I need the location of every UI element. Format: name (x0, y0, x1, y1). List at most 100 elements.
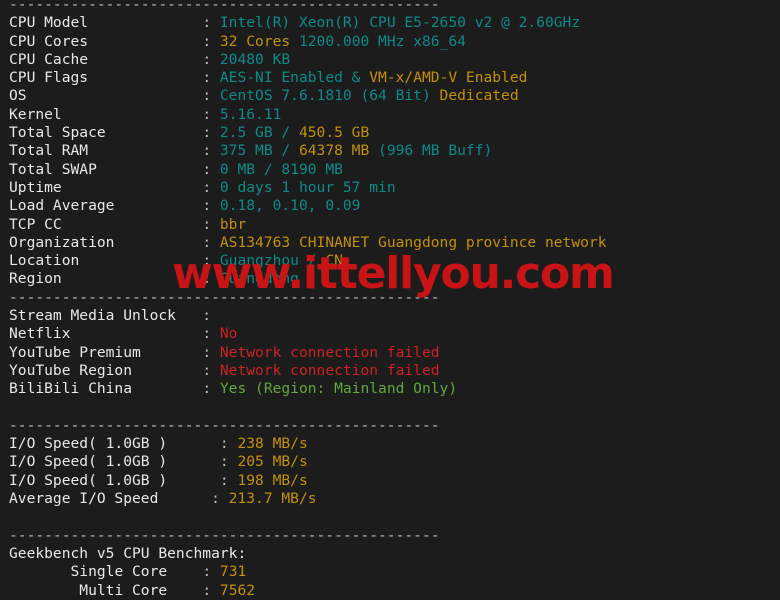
value-youtube-premium: Network connection failed (219, 343, 440, 361)
pad-multi-core-indent (9, 582, 79, 599)
pad-io-3 (167, 472, 220, 489)
colon-total-ram: : (202, 142, 220, 160)
label-total-ram: Total RAM (9, 142, 89, 160)
value-cpu-model: Intel(R) Xeon(R) CPU E5-2650 v2 @ 2.60GH… (219, 14, 581, 32)
pad-cpu-cache (88, 51, 202, 68)
label-io-speed-average: Average I/O Speed (9, 490, 159, 508)
label-youtube-region: YouTube Region (9, 361, 133, 379)
label-multi-core: Multi Core (79, 581, 168, 599)
label-cpu-cores: CPU Cores (9, 32, 89, 50)
pad-io-2 (167, 453, 220, 470)
pad-total-space (106, 124, 203, 141)
colon-region: : (202, 270, 220, 288)
separator-line-io: ----------------------------------------… (0, 417, 780, 435)
colon-cpu-flags: : (202, 69, 220, 87)
row-youtube-region: YouTube Region : Network connection fail… (0, 362, 780, 380)
colon-total-space: : (202, 124, 220, 142)
colon-io-2: : (219, 453, 238, 471)
row-location: Location : Guangzhou / CN (0, 252, 780, 270)
pad-single-core (167, 563, 202, 580)
value-load-average: 0.18, 0.10, 0.09 (219, 197, 361, 215)
value-total-ram-used: 375 MB / (219, 142, 299, 160)
colon-io-3: : (219, 471, 238, 489)
pad-cpu-flags (88, 69, 202, 86)
row-io-speed-average: Average I/O Speed : 213.7 MB/s (0, 490, 780, 508)
row-tcp-cc: TCP CC : bbr (0, 216, 780, 234)
row-organization: Organization : AS134763 CHINANET Guangdo… (0, 234, 780, 252)
pad-youtube-region (132, 362, 202, 379)
row-cpu-cache: CPU Cache : 20480 KB (0, 51, 780, 69)
colon-cpu-cache: : (202, 50, 220, 68)
colon-cpu-cores: : (202, 32, 220, 50)
row-stream-media-unlock: Stream Media Unlock : (0, 307, 780, 325)
pad-multi-core (167, 582, 202, 599)
label-stream-media-unlock: Stream Media Unlock (9, 307, 176, 325)
pad-tcp-cc (62, 216, 203, 233)
row-region: Region : Guangdong (0, 270, 780, 288)
value-cpu-flags-aes: AES-NI Enabled & (219, 69, 370, 87)
value-single-core: 731 (219, 563, 247, 581)
value-cpu-flags-virt: VM-x/AMD-V Enabled (369, 69, 528, 87)
row-youtube-premium: YouTube Premium : Network connection fai… (0, 344, 780, 362)
value-os-name: CentOS 7.6.1810 (64 Bit) (219, 87, 440, 105)
row-uptime: Uptime : 0 days 1 hour 57 min (0, 179, 780, 197)
label-organization: Organization (9, 233, 115, 251)
value-cpu-cache: 20480 KB (219, 50, 291, 68)
value-io-speed-2: 205 MB/s (237, 453, 308, 471)
pad-total-swap (97, 161, 202, 178)
pad-location (79, 252, 202, 269)
colon-io-avg: : (211, 490, 229, 508)
pad-os (27, 87, 203, 104)
separator-line-top: ----------------------------------------… (0, 0, 780, 14)
label-geekbench-title: Geekbench v5 CPU Benchmark: (9, 544, 247, 562)
pad-kernel (62, 106, 203, 123)
value-cpu-cores-arch: 1200.000 MHz x86_64 (298, 32, 466, 50)
label-tcp-cc: TCP CC (9, 215, 62, 233)
pad-netflix (71, 325, 203, 342)
value-bilibili-china: Yes (Region: Mainland Only) (219, 380, 458, 398)
pad-cpu-cores (88, 33, 202, 50)
colon-youtube-premium: : (202, 343, 220, 361)
colon-io-1: : (219, 435, 238, 453)
label-uptime: Uptime (9, 178, 62, 196)
value-total-ram-buff: (996 MB Buff) (369, 142, 493, 160)
label-youtube-premium: YouTube Premium (9, 343, 141, 361)
value-kernel: 5.16.11 (219, 105, 282, 123)
row-io-speed-1: I/O Speed( 1.0GB ) : 238 MB/s (0, 435, 780, 453)
row-io-speed-3: I/O Speed( 1.0GB ) : 198 MB/s (0, 472, 780, 490)
row-total-space: Total Space : 2.5 GB / 450.5 GB (0, 124, 780, 142)
row-cpu-cores: CPU Cores : 32 Cores 1200.000 MHz x86_64 (0, 33, 780, 51)
label-location: Location (9, 252, 80, 270)
label-cpu-flags: CPU Flags (9, 69, 89, 87)
row-geekbench-title: Geekbench v5 CPU Benchmark: (0, 545, 780, 563)
colon-location: : (202, 252, 220, 270)
value-cpu-cores-count: 32 Cores (219, 32, 291, 50)
value-io-speed-average: 213.7 MB/s (228, 490, 317, 508)
colon-netflix: : (202, 325, 220, 343)
value-location-city: Guangzhou / (219, 252, 326, 270)
value-region: Guangdong (219, 270, 299, 288)
pad-single-core-indent (9, 563, 71, 580)
value-uptime: 0 days 1 hour 57 min (219, 178, 396, 196)
value-tcp-cc: bbr (219, 215, 247, 233)
label-total-space: Total Space (9, 124, 106, 142)
value-io-speed-3: 198 MB/s (237, 471, 308, 489)
label-region: Region (9, 270, 62, 288)
separator-dashes: ----------------------------------------… (9, 526, 440, 544)
label-io-speed-1: I/O Speed( 1.0GB ) (9, 435, 168, 453)
pad-youtube-premium (141, 344, 203, 361)
label-io-speed-2: I/O Speed( 1.0GB ) (9, 453, 168, 471)
colon-single-core: : (202, 563, 220, 581)
value-os-type: Dedicated (439, 87, 519, 105)
label-kernel: Kernel (9, 105, 62, 123)
row-bilibili-china: BiliBili China : Yes (Region: Mainland O… (0, 380, 780, 398)
row-kernel: Kernel : 5.16.11 (0, 106, 780, 124)
colon-total-swap: : (202, 160, 220, 178)
value-total-swap: 0 MB / 8190 MB (219, 160, 343, 178)
label-io-speed-3: I/O Speed( 1.0GB ) (9, 471, 168, 489)
value-io-speed-1: 238 MB/s (237, 435, 308, 453)
row-total-ram: Total RAM : 375 MB / 64378 MB (996 MB Bu… (0, 142, 780, 160)
separator-line-network: ----------------------------------------… (0, 289, 780, 307)
pad-stream-media (176, 307, 202, 324)
